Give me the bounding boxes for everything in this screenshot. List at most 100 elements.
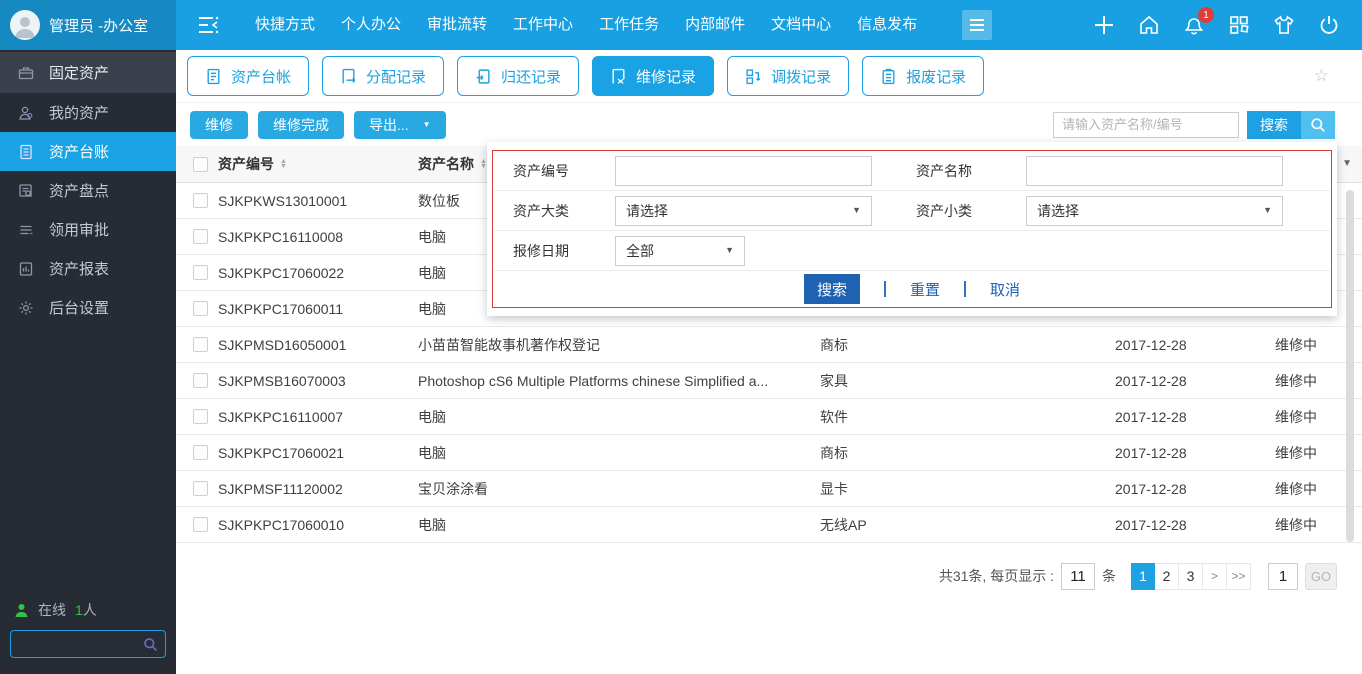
popup-cancel-button[interactable]: 取消 [990, 279, 1020, 300]
nav-work-center[interactable]: 工作中心 [500, 0, 586, 50]
nav-document-center[interactable]: 文档中心 [758, 0, 844, 50]
pagination: 共31条, 每页显示 : 条 1 2 3 > >> GO [939, 562, 1337, 590]
page-size-input[interactable] [1061, 562, 1095, 590]
page-button-3[interactable]: 3 [1179, 562, 1203, 590]
popup-reset-button[interactable]: 重置 [910, 279, 940, 300]
bell-icon[interactable]: 1 [1183, 7, 1214, 36]
row-checkbox[interactable] [193, 409, 208, 424]
nav-personal-office[interactable]: 个人办公 [328, 0, 414, 50]
tab-scrap-records[interactable]: 报废记录 [862, 56, 985, 96]
ledger-icon [18, 144, 34, 160]
sidebar-item-asset-ledger[interactable]: 资产台账 [0, 132, 176, 171]
user-area[interactable]: 管理员 -办公室 [0, 0, 176, 50]
nav-approval-flow[interactable]: 审批流转 [414, 0, 500, 50]
select-all-checkbox[interactable] [193, 156, 208, 172]
repair-button[interactable]: 维修 [190, 110, 248, 139]
plus-icon[interactable] [1093, 14, 1115, 36]
sidebar-item-approval[interactable]: 领用审批 [0, 210, 176, 249]
last-page-button[interactable]: >> [1227, 562, 1251, 590]
asset-category: 无线AP [820, 516, 867, 533]
row-checkbox[interactable] [193, 301, 208, 316]
inventory-icon [18, 183, 34, 199]
col-header-name[interactable]: 资产名称 [418, 154, 474, 174]
asset-category: 家具 [820, 372, 848, 389]
row-checkbox[interactable] [193, 481, 208, 496]
export-button[interactable]: 导出... ▼ [354, 110, 446, 139]
home-icon[interactable] [1138, 14, 1160, 36]
asset-code-input[interactable] [615, 155, 872, 186]
asset-code: SJKPKPC17060022 [218, 264, 345, 281]
page-button-1[interactable]: 1 [1131, 562, 1155, 590]
asset-name: 小苗苗智能故事机著作权登记 [418, 336, 600, 353]
row-checkbox[interactable] [193, 229, 208, 244]
tab-repair-records[interactable]: 维修记录 [592, 56, 715, 96]
row-checkbox[interactable] [193, 373, 208, 388]
sidebar-item-asset-inventory[interactable]: 资产盘点 [0, 171, 176, 210]
search-label: 搜索 [1247, 110, 1301, 139]
row-checkbox[interactable] [193, 517, 208, 532]
sidebar-search-input[interactable] [11, 636, 143, 652]
tab-transfer-records[interactable]: 调拨记录 [727, 56, 850, 96]
briefcase-icon [18, 65, 34, 81]
nav-internal-mail[interactable]: 内部邮件 [672, 0, 758, 50]
apps-icon[interactable] [1228, 14, 1250, 36]
main-nav: 快捷方式 个人办公 审批流转 工作中心 工作任务 内部邮件 文档中心 信息发布 [242, 0, 930, 50]
sidebar-item-settings[interactable]: 后台设置 [0, 288, 176, 327]
online-unit: 人 [82, 602, 97, 618]
tab-label: 报废记录 [906, 68, 967, 86]
goto-page-input[interactable] [1268, 562, 1298, 590]
category-select[interactable]: 请选择 ▼ [615, 195, 872, 226]
sort-icon[interactable]: ▲ ▼ [280, 158, 287, 170]
table-row[interactable]: SJKPKPC17060021 电脑 商标 2017-12-28 维修中 [176, 435, 1362, 471]
column-settings-icon[interactable]: ▼ [1342, 158, 1352, 169]
quick-search-button[interactable]: 搜索 [1247, 110, 1335, 139]
table-row[interactable]: SJKPKPC16110007 电脑 软件 2017-12-28 维修中 [176, 399, 1362, 435]
search-icon[interactable] [143, 637, 158, 652]
col-header-code[interactable]: 资产编号 [218, 154, 274, 174]
table-row[interactable]: SJKPMSD16050001 小苗苗智能故事机著作权登记 商标 2017-12… [176, 327, 1362, 363]
sidebar-item-fixed-assets[interactable]: 固定资产 [0, 52, 176, 93]
table-row[interactable]: SJKPMSF11120002 宝贝涂涂看 显卡 2017-12-28 维修中 [176, 471, 1362, 507]
sort-icon[interactable]: ▲ ▼ [480, 158, 487, 170]
favorite-star-icon[interactable]: ☆ [1314, 66, 1329, 86]
row-checkbox[interactable] [193, 193, 208, 208]
row-checkbox[interactable] [193, 337, 208, 352]
tab-assign-records[interactable]: 分配记录 [322, 56, 445, 96]
theme-shirt-icon[interactable] [1273, 14, 1295, 36]
asset-name-input[interactable] [1026, 155, 1283, 186]
tab-asset-ledger[interactable]: 资产台帐 [187, 56, 310, 96]
table-row[interactable]: SJKPKPC17060010 电脑 无线AP 2017-12-28 维修中 [176, 507, 1362, 543]
table-row[interactable]: SJKPMSB16070003 Photoshop cS6 Multiple P… [176, 363, 1362, 399]
sidebar-item-my-assets[interactable]: 我的资产 [0, 93, 176, 132]
tab-label: 资产台帐 [231, 68, 292, 86]
online-status: 在线 1人 [14, 600, 162, 620]
nav-work-tasks[interactable]: 工作任务 [586, 0, 672, 50]
quick-search-input[interactable] [1053, 111, 1239, 138]
repair-date-select[interactable]: 全部 ▼ [615, 235, 745, 266]
user-name: 管理员 -办公室 [49, 17, 149, 35]
popup-search-button[interactable]: 搜索 [803, 274, 860, 304]
asset-name: Photoshop cS6 Multiple Platforms chinese… [418, 372, 769, 389]
online-label: 在线 [38, 602, 66, 618]
page-button-2[interactable]: 2 [1155, 562, 1179, 590]
repair-date: 2017-12-28 [1115, 480, 1187, 497]
menu-toggle-icon[interactable] [962, 10, 993, 40]
nav-info-publish[interactable]: 信息发布 [844, 0, 930, 50]
sidebar-item-asset-reports[interactable]: 资产报表 [0, 249, 176, 288]
next-page-button[interactable]: > [1203, 562, 1227, 590]
nav-shortcuts[interactable]: 快捷方式 [242, 0, 328, 50]
row-checkbox[interactable] [193, 445, 208, 460]
return-tab-icon [476, 68, 490, 84]
repair-done-button[interactable]: 维修完成 [258, 110, 344, 139]
asset-code: SJKPMSF11120002 [218, 480, 343, 497]
report-icon [18, 261, 34, 277]
go-button[interactable]: GO [1305, 562, 1337, 590]
tab-return-records[interactable]: 归还记录 [457, 56, 580, 96]
power-icon[interactable] [1318, 14, 1340, 36]
asset-name: 电脑 [418, 516, 446, 533]
row-checkbox[interactable] [193, 265, 208, 280]
collapse-menu-icon[interactable] [196, 14, 222, 36]
table-scrollbar[interactable] [1346, 190, 1354, 542]
tab-label: 调拨记录 [771, 68, 832, 86]
subcategory-select[interactable]: 请选择 ▼ [1026, 195, 1283, 226]
